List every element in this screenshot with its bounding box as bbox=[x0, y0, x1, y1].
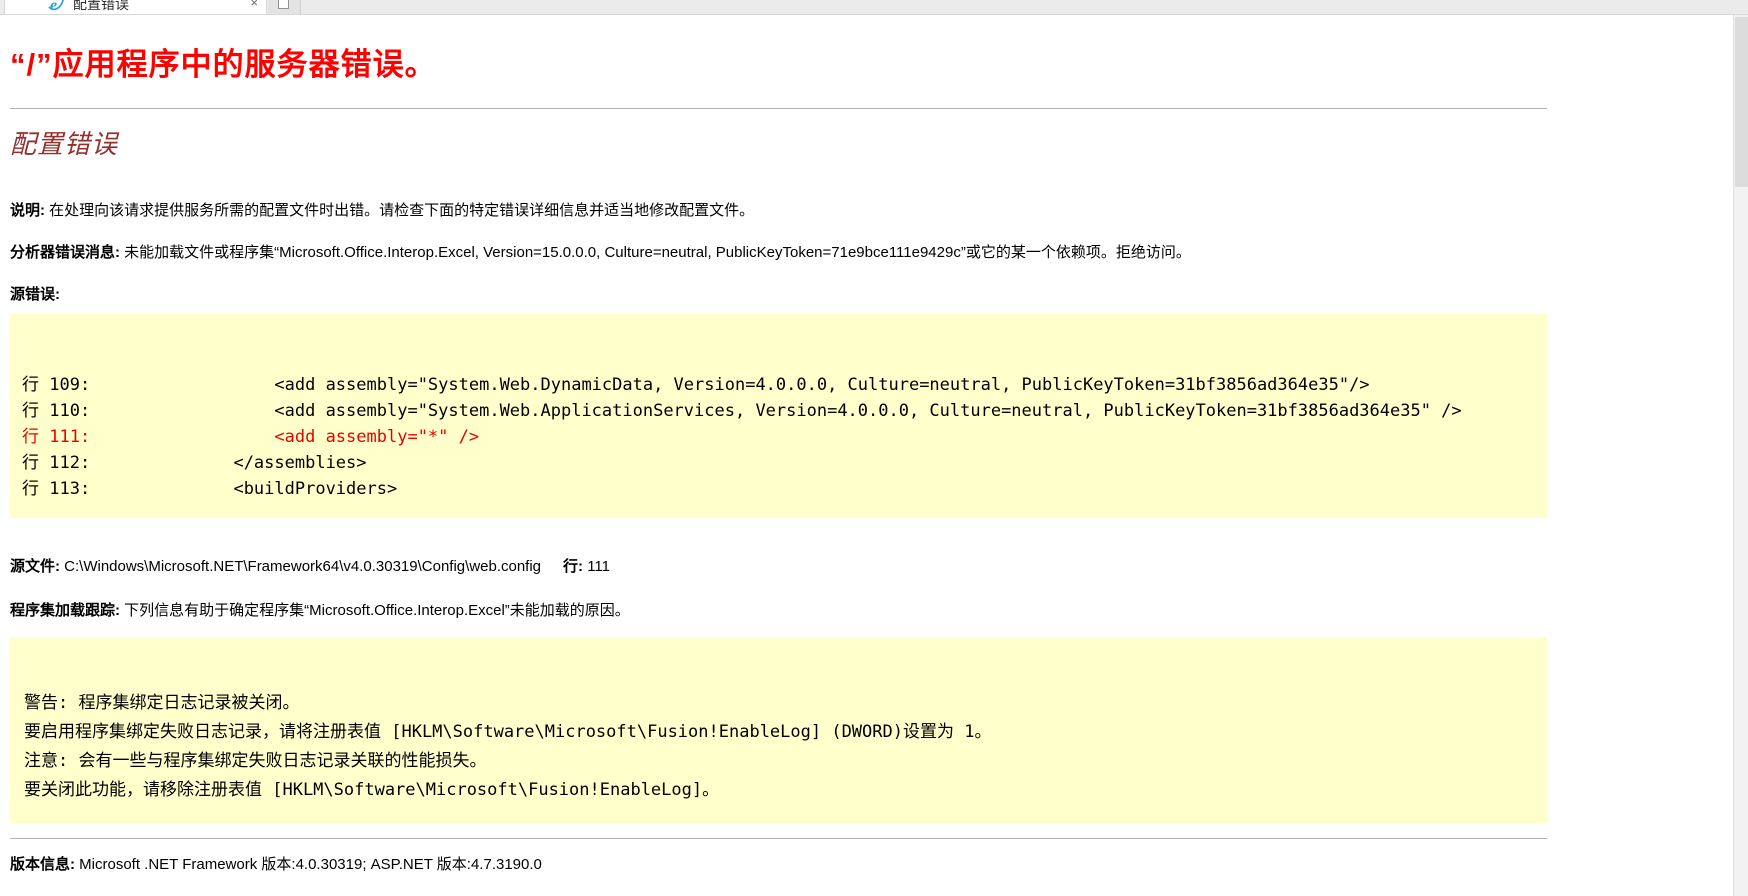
parser-error-label: 分析器错误消息: bbox=[10, 244, 120, 261]
fusion-log-line: 注意: 会有一些与程序集绑定失败日志记录关联的性能损失。 bbox=[24, 747, 1537, 776]
tab-close-icon[interactable]: × bbox=[250, 0, 258, 10]
section-title: 配置错误 bbox=[10, 124, 1548, 161]
code-line: 行 110: <add assembly="System.Web.Applica… bbox=[22, 398, 1537, 424]
source-file-paragraph: 源文件: C:\Windows\Microsoft.NET\Framework6… bbox=[10, 557, 1548, 577]
tab-title: 配置错误 bbox=[73, 0, 129, 14]
fusion-log-line: 要关闭此功能，请移除注册表值 [HKLM\Software\Microsoft\… bbox=[24, 776, 1537, 805]
assembly-trace-text: 下列信息有助于确定程序集“Microsoft.Office.Interop.Ex… bbox=[120, 602, 630, 619]
source-error-label: 源错误: bbox=[10, 286, 60, 303]
browser-tab-bar: e 配置错误 × bbox=[0, 0, 1748, 15]
internet-explorer-icon: e bbox=[47, 0, 65, 13]
assembly-trace-label: 程序集加载跟踪: bbox=[10, 602, 120, 619]
assembly-trace-paragraph: 程序集加载跟踪: 下列信息有助于确定程序集“Microsoft.Office.I… bbox=[10, 601, 1548, 621]
version-text: Microsoft .NET Framework 版本:4.0.30319; A… bbox=[75, 856, 542, 873]
divider-top bbox=[10, 108, 1547, 109]
error-page: “/”应用程序中的服务器错误。 配置错误 说明: 在处理向该请求提供服务所需的配… bbox=[0, 39, 1748, 875]
source-file-label: 源文件: bbox=[10, 558, 60, 575]
browser-tab[interactable]: e 配置错误 × bbox=[4, 0, 267, 15]
version-label: 版本信息: bbox=[10, 856, 75, 873]
parser-error-paragraph: 分析器错误消息: 未能加载文件或程序集“Microsoft.Office.Int… bbox=[10, 243, 1548, 263]
divider-bottom bbox=[10, 838, 1547, 839]
source-error-paragraph: 源错误: bbox=[10, 285, 1548, 305]
source-error-code-block: 行 109: <add assembly="System.Web.Dynamic… bbox=[10, 314, 1547, 518]
fusion-log-block: 警告: 程序集绑定日志记录被关闭。 要启用程序集绑定失败日志记录，请将注册表值 … bbox=[10, 637, 1547, 823]
fusion-log-line: 要启用程序集绑定失败日志记录，请将注册表值 [HKLM\Software\Mic… bbox=[24, 718, 1537, 747]
description-label: 说明: bbox=[10, 202, 45, 219]
new-tab-button[interactable] bbox=[268, 0, 301, 15]
line-label: 行: bbox=[563, 558, 583, 575]
description-text: 在处理向该请求提供服务所需的配置文件时出错。请检查下面的特定错误详细信息并适当地… bbox=[45, 202, 754, 219]
code-line: 行 112: </assemblies> bbox=[22, 450, 1537, 476]
new-tab-icon bbox=[278, 0, 289, 9]
page-title: “/”应用程序中的服务器错误。 bbox=[10, 39, 1548, 84]
scrollbar-thumb[interactable] bbox=[1735, 17, 1748, 187]
code-line: 行 109: <add assembly="System.Web.Dynamic… bbox=[22, 372, 1537, 398]
version-paragraph: 版本信息: Microsoft .NET Framework 版本:4.0.30… bbox=[10, 855, 1548, 875]
browser-window: { "browser": { "tab_title": "配置错误", "clo… bbox=[0, 0, 1748, 896]
line-number: 111 bbox=[583, 558, 610, 575]
tab-inner: e 配置错误 bbox=[5, 0, 266, 14]
fusion-log-line: 警告: 程序集绑定日志记录被关闭。 bbox=[24, 689, 1537, 718]
parser-error-text: 未能加载文件或程序集“Microsoft.Office.Interop.Exce… bbox=[120, 244, 1191, 261]
source-file-path: C:\Windows\Microsoft.NET\Framework64\v4.… bbox=[60, 558, 541, 575]
vertical-scrollbar[interactable] bbox=[1733, 15, 1748, 896]
code-line: 行 113: <buildProviders> bbox=[22, 476, 1537, 502]
svg-text:e: e bbox=[50, 0, 57, 13]
description-paragraph: 说明: 在处理向该请求提供服务所需的配置文件时出错。请检查下面的特定错误详细信息… bbox=[10, 201, 1548, 221]
code-line-highlighted: 行 111: <add assembly="*" /> bbox=[22, 424, 1537, 450]
